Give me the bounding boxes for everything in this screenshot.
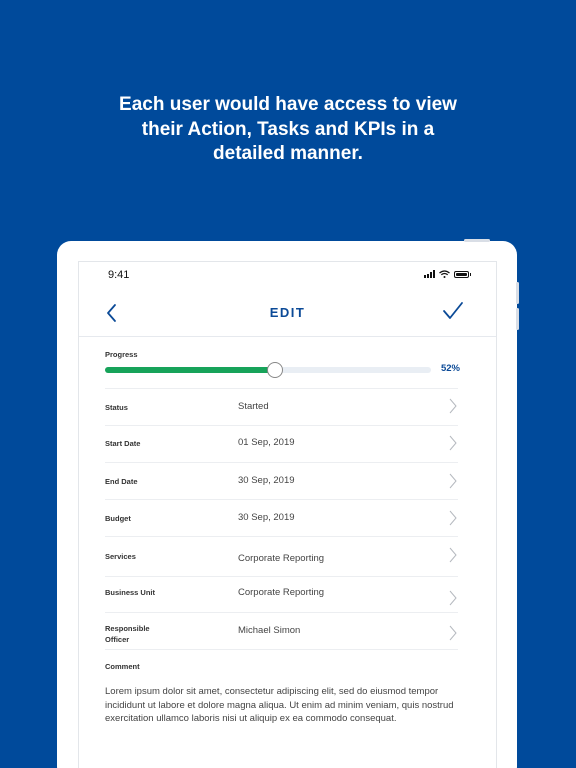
progress-fill	[105, 367, 275, 373]
field-row-end-date[interactable]: End Date 30 Sep, 2019	[105, 462, 458, 499]
field-label: Business Unit	[105, 588, 156, 597]
field-row-responsible-officer[interactable]: Responsible Officer Michael Simon	[105, 612, 458, 650]
tablet-volume-down-button	[516, 308, 519, 330]
comment-text[interactable]: Lorem ipsum dolor sit amet, consectetur …	[105, 685, 455, 726]
status-icons	[424, 270, 471, 278]
cellular-signal-icon	[424, 270, 435, 278]
field-value: 30 Sep, 2019	[238, 475, 295, 486]
chevron-right-icon	[449, 547, 457, 563]
progress-slider-thumb[interactable]	[266, 362, 283, 378]
nav-bar: EDIT	[79, 290, 496, 337]
field-row-budget[interactable]: Budget 30 Sep, 2019	[105, 499, 458, 536]
field-label: Services	[105, 552, 136, 561]
progress-section: Progress 52%	[105, 350, 460, 388]
field-value: Michael Simon	[238, 625, 301, 636]
field-row-start-date[interactable]: Start Date 01 Sep, 2019	[105, 425, 458, 462]
field-label: Status	[105, 403, 128, 412]
progress-slider[interactable]	[105, 362, 431, 378]
page-title: EDIT	[269, 305, 306, 320]
wifi-icon	[439, 270, 450, 278]
headline-line-3: detailed manner.	[213, 143, 363, 164]
chevron-right-icon	[449, 510, 457, 526]
field-value: 01 Sep, 2019	[238, 437, 295, 448]
chevron-right-icon	[449, 435, 457, 451]
field-row-services[interactable]: Services Corporate Reporting	[105, 536, 458, 573]
progress-value: 52%	[440, 363, 460, 374]
battery-icon	[454, 270, 471, 278]
field-value: 30 Sep, 2019	[238, 512, 295, 523]
chevron-right-icon	[449, 473, 457, 489]
field-label-line-2: Officer	[105, 634, 130, 644]
progress-label: Progress	[105, 350, 138, 359]
chevron-right-icon	[449, 625, 457, 641]
app-screen: 9:41 EDIT Progress 52% Status Started St…	[78, 261, 497, 768]
status-bar: 9:41	[79, 262, 496, 290]
chevron-right-icon	[449, 590, 457, 606]
field-label: End Date	[105, 477, 138, 486]
chevron-right-icon	[449, 398, 457, 414]
field-label: Start Date	[105, 439, 141, 448]
field-value: Corporate Reporting	[238, 587, 325, 598]
field-value: Started	[238, 401, 269, 412]
tablet-top-button	[464, 239, 490, 242]
headline: Each user would have access to view thei…	[0, 93, 576, 167]
field-label-line-1: Responsible	[105, 624, 150, 633]
headline-line-2: their Action, Tasks and KPIs in a	[141, 118, 435, 140]
headline-line-1: Each user would have access to view	[119, 94, 457, 115]
field-label: Responsible Officer	[105, 624, 150, 645]
tablet-volume-up-button	[516, 282, 519, 304]
status-time: 9:41	[108, 269, 130, 281]
field-value: Corporate Reporting	[238, 553, 325, 564]
field-row-status[interactable]: Status Started	[105, 388, 458, 425]
comment-label: Comment	[105, 662, 140, 671]
field-row-business-unit[interactable]: Business Unit Corporate Reporting	[105, 576, 458, 613]
checkmark-icon[interactable]	[442, 300, 464, 322]
field-label: Budget	[105, 514, 131, 523]
